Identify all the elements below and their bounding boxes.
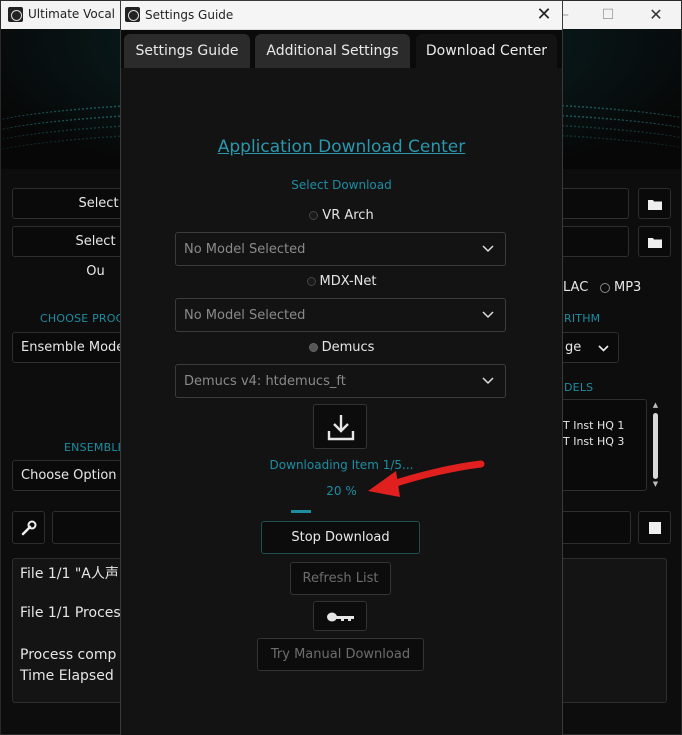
browse-input-button[interactable] (638, 188, 671, 219)
stop-process-button[interactable] (638, 511, 671, 544)
key-icon (327, 612, 354, 622)
vr-arch-radio-icon[interactable] (309, 211, 319, 220)
chevron-down-icon (598, 345, 609, 352)
download-percent-text: 20 % (326, 484, 357, 498)
vr-arch-model-select[interactable]: No Model Selected (175, 232, 506, 266)
folder-icon (648, 200, 662, 210)
download-progress-bar (291, 510, 391, 513)
dialog-title: Settings Guide (145, 8, 234, 22)
vr-arch-option[interactable]: VR Arch (121, 208, 562, 223)
settings-wrench-button[interactable] (12, 511, 45, 544)
format-mp3-option[interactable]: MP3 (600, 280, 641, 295)
chevron-down-icon (482, 311, 494, 319)
demucs-option[interactable]: Demucs (121, 340, 562, 355)
start-process-bar-right[interactable] (556, 511, 631, 544)
annotation-arrow-icon (368, 460, 485, 497)
download-center-panel (121, 68, 562, 735)
demucs-model-select[interactable]: Demucs v4: htdemucs_ft (175, 364, 506, 398)
app-logo-icon (8, 7, 23, 22)
dialog-titlebar: Settings Guide ✕ (121, 1, 562, 30)
download-status-text: Downloading Item 1/5... (269, 458, 414, 472)
tab-download-center[interactable]: Download Center (416, 34, 557, 68)
model-list-item[interactable]: T Inst HQ 1 (563, 419, 624, 432)
mdx-net-option[interactable]: MDX-Net (121, 274, 562, 289)
stop-download-button[interactable]: Stop Download (261, 521, 420, 554)
demucs-radio-icon[interactable] (308, 343, 318, 352)
input-path-field[interactable] (556, 188, 629, 219)
download-progress-fill (291, 510, 311, 513)
wrench-icon (21, 520, 37, 536)
models-label: DELS (564, 381, 594, 394)
start-process-bar[interactable] (52, 511, 124, 544)
choose-process-label: CHOOSE PROC (40, 312, 124, 325)
chevron-down-icon (482, 245, 494, 253)
log-line: Time Elapsed (20, 668, 114, 684)
algorithm-label: RITHM (564, 312, 601, 325)
tab-settings-guide[interactable]: Settings Guide (124, 34, 250, 68)
ensemble-option-select[interactable]: Choose Option (12, 460, 127, 491)
mdx-net-model-select[interactable]: No Model Selected (175, 298, 506, 332)
settings-dialog: Settings Guide ✕ Settings Guide Addition… (120, 0, 563, 735)
maximize-icon[interactable]: ☐ (593, 4, 623, 26)
app-logo-icon (125, 7, 140, 22)
output-path-field[interactable] (556, 226, 629, 257)
process-method-select[interactable]: Ensemble Mode (12, 332, 127, 363)
log-line: File 1/1 Proces (20, 605, 121, 621)
select-input-button[interactable]: Select In (12, 188, 127, 241)
main-window-title: Ultimate Vocal Re (28, 7, 135, 21)
stop-icon (649, 522, 661, 534)
tab-bar: Settings Guide Additional Settings Downl… (121, 30, 562, 68)
download-center-title[interactable]: Application Download Center (121, 137, 562, 157)
close-icon[interactable]: ✕ (532, 4, 556, 26)
algorithm-select[interactable]: ge (556, 332, 619, 363)
select-download-label: Select Download (291, 178, 392, 192)
tab-additional-settings[interactable]: Additional Settings (255, 34, 410, 68)
download-key-button[interactable] (313, 601, 367, 631)
manual-download-button[interactable]: Try Manual Download (257, 638, 424, 671)
browse-output-button[interactable] (638, 226, 671, 257)
select-output-button[interactable]: Select Ou (12, 226, 127, 279)
log-line: Process comp (20, 647, 117, 663)
model-list-scrollbar[interactable]: ▲ ▼ (651, 401, 660, 489)
close-icon[interactable]: ✕ (641, 4, 671, 26)
mdx-net-radio-icon[interactable] (306, 277, 316, 286)
format-flac-option[interactable]: LAC (563, 280, 588, 295)
chevron-down-icon (482, 377, 494, 385)
refresh-list-button[interactable]: Refresh List (290, 562, 391, 595)
model-list-item[interactable]: T Inst HQ 3 (563, 435, 624, 448)
log-line: File 1/1 "A人声 (20, 566, 119, 582)
folder-icon (648, 238, 662, 248)
download-button[interactable] (313, 404, 367, 449)
ensemble-label: ENSEMBLE (64, 441, 125, 454)
mp3-radio-icon[interactable] (600, 282, 610, 293)
download-icon (327, 415, 355, 441)
